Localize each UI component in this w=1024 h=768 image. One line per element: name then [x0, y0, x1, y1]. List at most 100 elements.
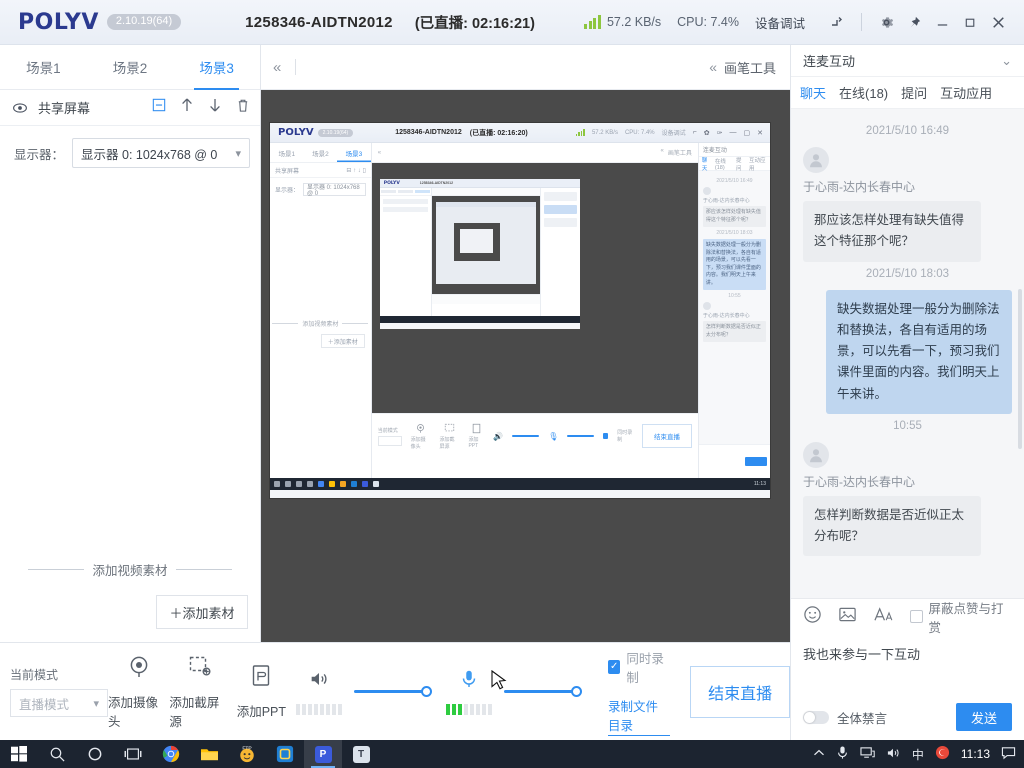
close-icon[interactable] — [984, 8, 1012, 36]
speaker-volume-slider[interactable] — [354, 685, 433, 699]
shield-likes-toggle[interactable]: 屏蔽点赞与打赏 — [910, 598, 1012, 636]
tab-chat[interactable]: 聊天 — [799, 79, 827, 111]
trash-icon[interactable] — [236, 98, 250, 118]
tab-online[interactable]: 在线(18) — [838, 79, 889, 106]
file-explorer-icon[interactable] — [190, 740, 228, 768]
network-icon[interactable] — [860, 746, 875, 763]
send-button[interactable]: 发送 — [956, 703, 1012, 731]
record-directory-link[interactable]: 录制文件目录 — [608, 696, 671, 736]
add-ppt-button[interactable]: 添加PPT — [231, 663, 292, 720]
sogou-icon[interactable] — [935, 745, 950, 763]
nested-version-badge: 2.10.19(64) — [317, 128, 354, 137]
monitor-select-value: 显示器 0: 1024x768 @ 0 — [81, 147, 218, 162]
search-icon[interactable] — [38, 740, 76, 768]
mode-select[interactable]: 直播模式 ▾ — [10, 689, 108, 717]
mute-all-toggle[interactable] — [803, 710, 829, 724]
scene-sidebar: 场景1 场景2 场景3 共享屏幕 显示器： 显示器 0: 1024x768 @ … — [0, 45, 261, 642]
mode-label: 当前模式 — [10, 668, 59, 682]
text-editor-letter: T — [352, 745, 370, 763]
microphone-icon[interactable] — [458, 668, 507, 695]
nested-chat-input — [698, 444, 770, 478]
chat-scrollbar[interactable] — [1018, 289, 1022, 449]
ime-indicator[interactable]: 中 — [912, 746, 924, 763]
sidebar-item-scene3[interactable]: 场景3 — [173, 45, 260, 90]
taskbar-clock[interactable]: 11:13 — [961, 747, 990, 761]
arrow-up-icon[interactable] — [180, 97, 194, 118]
nested-text-icon — [373, 481, 379, 487]
level3-preview-toolbar — [431, 188, 540, 196]
session-id: 1258346-AIDTN2012 — [245, 13, 393, 31]
nested-taskbar-clock: 11:13 — [753, 481, 766, 487]
pen-tools-button[interactable]: « 画笔工具 — [709, 58, 776, 77]
slider-knob[interactable] — [571, 685, 583, 697]
pin-icon[interactable] — [900, 8, 928, 36]
monitor-select[interactable]: 显示器 0: 1024x768 @ 0 ▾ — [72, 138, 250, 168]
mode-box: 当前模式 直播模式 ▾ — [0, 666, 108, 717]
speaker-icon[interactable] — [308, 668, 330, 695]
windows-start-icon[interactable] — [0, 740, 38, 768]
pen-tools-label: 画笔工具 — [723, 60, 776, 76]
shield-label: 屏蔽点赞与打赏 — [928, 601, 1004, 635]
tab-interactive-apps[interactable]: 互动应用 — [939, 79, 993, 106]
level3-scene2 — [397, 190, 413, 193]
preview-canvas[interactable]: POLYV 2.10.19(64) 1258346-AIDTN2012 (已直播… — [261, 90, 790, 642]
minus-box-icon[interactable] — [152, 98, 166, 117]
network-speed: 57.2 KB/s — [606, 15, 662, 29]
chat-message-list[interactable]: 2021/5/10 16:49 于心雨-达内长春中心 那应该怎样处理有缺失值得这… — [791, 109, 1024, 598]
cortana-circle-icon[interactable] — [76, 740, 114, 768]
gear-icon[interactable] — [872, 8, 900, 36]
nested-network-share-icon: ⌐ — [692, 129, 697, 136]
avatar — [803, 147, 829, 173]
add-screen-capture-button[interactable]: 添加截屏源 — [169, 654, 230, 730]
source-row-shared-screen[interactable]: 共享屏幕 — [0, 90, 260, 126]
microphone-icon[interactable] — [836, 745, 849, 763]
nested-avatar — [702, 302, 711, 310]
add-video-label: 添加视频素材 — [92, 564, 168, 578]
maximize-icon[interactable] — [956, 8, 984, 36]
mic-volume-slider[interactable] — [504, 685, 583, 699]
chat-bubble: 那应该怎样处理有缺失值得这个特征那个呢？ — [803, 201, 981, 262]
notification-icon[interactable] — [1001, 746, 1016, 763]
add-screen-capture-label: 添加截屏源 — [169, 695, 220, 729]
add-material-button[interactable]: ＋添加素材 — [156, 595, 248, 629]
image-icon[interactable] — [838, 605, 857, 629]
add-camera-button[interactable]: 添加摄像头 — [108, 654, 169, 730]
ftp-icon[interactable]: FTP — [228, 740, 266, 768]
end-live-button[interactable]: 结束直播 — [690, 665, 791, 718]
nested-add-material-button: ＋添加素材 — [320, 334, 365, 348]
font-size-icon[interactable] — [873, 605, 894, 629]
chevron-double-left-icon[interactable]: « — [273, 59, 281, 76]
eye-icon[interactable] — [12, 100, 28, 116]
vmware-icon[interactable] — [266, 740, 304, 768]
sidebar-item-scene2[interactable]: 场景2 — [87, 45, 174, 89]
slider-knob[interactable] — [421, 685, 433, 697]
minimize-icon[interactable] — [928, 8, 956, 36]
network-share-icon[interactable] — [823, 8, 851, 36]
arrow-down-icon[interactable] — [208, 97, 222, 118]
nested-preview-canvas: POLYV 1258346-AIDTN2012 — [371, 163, 698, 413]
record-checkbox[interactable]: ✓ — [608, 659, 621, 674]
text-editor-icon[interactable]: T — [342, 740, 380, 768]
device-debug-button[interactable]: 设备调试 — [755, 13, 805, 32]
chat-panel-title: 连麦互动 — [803, 54, 856, 69]
chrome-icon[interactable] — [152, 740, 190, 768]
chat-input-field[interactable]: 我也来参与一下互动 — [791, 634, 1024, 694]
nested-minimize-icon: — — [729, 129, 737, 136]
ppt-file-icon — [248, 663, 274, 694]
camera-icon — [126, 654, 152, 685]
chat-timestamp: 2021/5/10 16:49 — [865, 125, 950, 137]
chat-panel-header[interactable]: 连麦互动 ⌄ — [791, 45, 1024, 77]
polyv-icon[interactable]: P — [304, 740, 342, 768]
sidebar-item-scene1[interactable]: 场景1 — [0, 45, 87, 89]
chevron-down-icon[interactable]: ⌄ — [1001, 53, 1012, 69]
emoji-icon[interactable] — [803, 605, 822, 629]
nested-add-video-label: 添加视频素材 — [302, 322, 339, 328]
task-view-icon[interactable] — [114, 740, 152, 768]
volume-icon[interactable] — [886, 746, 901, 763]
chevron-up-icon[interactable] — [813, 747, 825, 761]
mic-level-meter — [446, 704, 493, 715]
tab-questions[interactable]: 提问 — [900, 79, 928, 106]
level3-preview-canvas — [431, 196, 540, 294]
shield-checkbox[interactable] — [910, 610, 923, 623]
record-checkbox-row[interactable]: ✓ 同时录制 — [608, 648, 670, 686]
